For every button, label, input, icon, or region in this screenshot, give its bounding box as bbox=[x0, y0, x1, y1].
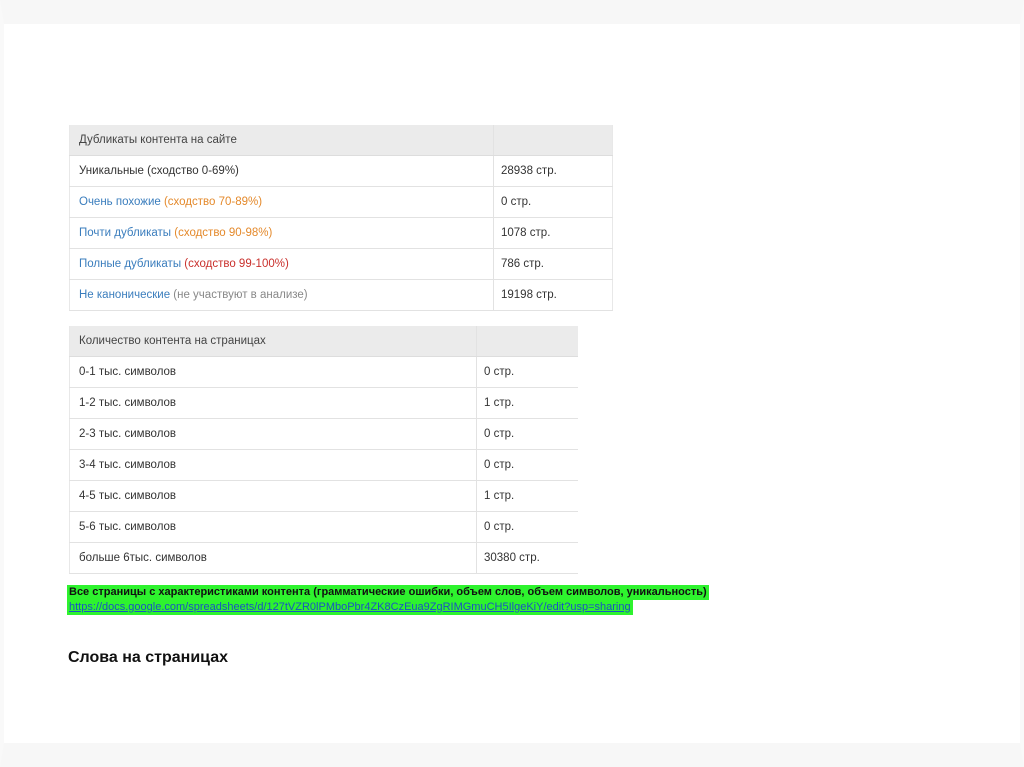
row-value: 30380 стр. bbox=[476, 542, 578, 574]
table-row: Очень похожие (сходство 70-89%) 0 стр. bbox=[69, 186, 613, 218]
row-label: Уникальные (сходство 0-69%) bbox=[69, 155, 494, 187]
row-value: 1 стр. bbox=[476, 387, 578, 419]
table-row: Не канонические (не участвуют в анализе)… bbox=[69, 279, 613, 311]
row-main-text: Очень похожие bbox=[79, 196, 161, 208]
row-main-text: Полные дубликаты bbox=[79, 258, 182, 270]
spreadsheet-link[interactable]: https://docs.google.com/spreadsheets/d/1… bbox=[69, 601, 631, 613]
content-length-table: Количество контента на страницах 0-1 тыс… bbox=[69, 326, 578, 574]
section-heading: Слова на страницах bbox=[68, 649, 228, 666]
row-label: 1-2 тыс. символов bbox=[69, 387, 477, 419]
row-note-text: (сходство 99-100%) bbox=[181, 258, 289, 270]
table-row: 4-5 тыс. символов 1 стр. bbox=[69, 480, 578, 512]
row-label: больше 6тыс. символов bbox=[69, 542, 477, 574]
table-row: 3-4 тыс. символов 0 стр. bbox=[69, 449, 578, 481]
row-label: 3-4 тыс. символов bbox=[69, 449, 477, 481]
row-value: 19198 стр. bbox=[493, 279, 613, 311]
row-label: 5-6 тыс. символов bbox=[69, 511, 477, 543]
row-value: 0 стр. bbox=[493, 186, 613, 218]
table-row: 1-2 тыс. символов 1 стр. bbox=[69, 387, 578, 419]
row-note-text: (сходство 70-89%) bbox=[160, 196, 263, 208]
row-label: Почти дубликаты (сходство 90-98%) bbox=[69, 217, 494, 249]
row-label: Не канонические (не участвуют в анализе) bbox=[69, 279, 494, 311]
duplicates-table-header-value bbox=[493, 125, 613, 156]
table-row: больше 6тыс. символов 30380 стр. bbox=[69, 542, 578, 574]
row-main-text: Уникальные bbox=[79, 165, 144, 177]
row-value: 1 стр. bbox=[476, 480, 578, 512]
row-label: 2-3 тыс. символов bbox=[69, 418, 477, 450]
content-length-table-header-value bbox=[476, 326, 578, 357]
row-value: 28938 стр. bbox=[493, 155, 613, 187]
table-header-row: Дубликаты контента на сайте bbox=[69, 125, 613, 156]
row-note-text: (сходство 0-69%) bbox=[143, 165, 239, 177]
row-note-text: (не участвуют в анализе) bbox=[170, 289, 308, 301]
highlighted-note: Все страницы с характеристиками контента… bbox=[67, 585, 709, 615]
row-label: 4-5 тыс. символов bbox=[69, 480, 477, 512]
table-row: Уникальные (сходство 0-69%) 28938 стр. bbox=[69, 155, 613, 187]
row-label: 0-1 тыс. символов bbox=[69, 356, 477, 388]
row-value: 0 стр. bbox=[476, 356, 578, 388]
duplicates-table: Дубликаты контента на сайте Уникальные (… bbox=[69, 125, 613, 311]
row-value: 786 стр. bbox=[493, 248, 613, 280]
row-main-text: Не канонические bbox=[79, 289, 171, 301]
content-length-table-header: Количество контента на страницах bbox=[69, 326, 477, 357]
row-label: Очень похожие (сходство 70-89%) bbox=[69, 186, 494, 218]
table-row: 2-3 тыс. символов 0 стр. bbox=[69, 418, 578, 450]
table-row: Полные дубликаты (сходство 99-100%) 786 … bbox=[69, 248, 613, 280]
table-header-row: Количество контента на страницах bbox=[69, 326, 578, 357]
row-value: 0 стр. bbox=[476, 511, 578, 543]
row-value: 0 стр. bbox=[476, 449, 578, 481]
duplicates-table-header: Дубликаты контента на сайте bbox=[69, 125, 494, 156]
table-row: 0-1 тыс. символов 0 стр. bbox=[69, 356, 578, 388]
row-note-text: (сходство 90-98%) bbox=[171, 227, 273, 239]
note-link-wrapper: https://docs.google.com/spreadsheets/d/1… bbox=[67, 600, 633, 615]
note-text: Все страницы с характеристиками контента… bbox=[67, 585, 709, 600]
row-value: 0 стр. bbox=[476, 418, 578, 450]
table-row: Почти дубликаты (сходство 90-98%) 1078 с… bbox=[69, 217, 613, 249]
row-main-text: Почти дубликаты bbox=[79, 227, 172, 239]
table-row: 5-6 тыс. символов 0 стр. bbox=[69, 511, 578, 543]
row-value: 1078 стр. bbox=[493, 217, 613, 249]
row-label: Полные дубликаты (сходство 99-100%) bbox=[69, 248, 494, 280]
